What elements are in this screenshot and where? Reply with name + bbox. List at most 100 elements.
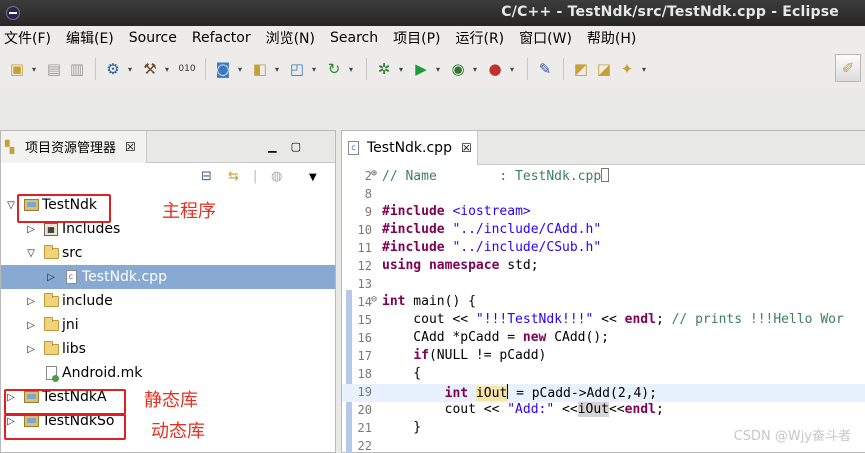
menu-edit[interactable]: 编辑(E): [66, 28, 122, 48]
debug-icon[interactable]: ✲: [373, 58, 395, 80]
collapse-icon[interactable]: ⊖: [371, 294, 377, 305]
code-area[interactable]: 2 ⊕ // Name : TestNdk.cpp 8 9 #include <…: [342, 166, 865, 453]
menu-help[interactable]: 帮助(H): [587, 28, 644, 48]
new-class-dropdown-icon[interactable]: ▾: [235, 65, 245, 74]
open-type-icon[interactable]: ◩: [570, 58, 592, 80]
settings-icon[interactable]: ⚙: [102, 58, 124, 80]
code-text: }: [382, 420, 422, 435]
code-line: 18 {: [342, 366, 865, 384]
keyword: endl: [624, 312, 656, 327]
tree-item-label: Android.mk: [62, 365, 143, 381]
keyword: if: [413, 348, 429, 363]
new-folder-dropdown-icon[interactable]: ▾: [272, 65, 282, 74]
open-element-icon[interactable]: ◪: [593, 58, 615, 80]
line-number: 13: [357, 277, 372, 291]
code-line: 13: [342, 276, 865, 294]
close-icon[interactable]: ☒: [461, 141, 472, 155]
expand-toggle-icon[interactable]: ▷: [25, 224, 37, 235]
keyword: new: [522, 330, 547, 345]
external-tools-dropdown-icon[interactable]: ▾: [470, 65, 480, 74]
collapse-all-icon[interactable]: ⊟: [201, 169, 212, 184]
expand-toggle-icon[interactable]: ▷: [45, 272, 57, 283]
view-menu-icon[interactable]: ▼: [309, 172, 317, 183]
menu-run[interactable]: 运行(R): [455, 28, 512, 48]
editor-tab-row: c TestNdk.cpp ☒: [342, 131, 865, 165]
save-icon[interactable]: ▤: [43, 58, 65, 80]
tree-item-label: Includes: [62, 221, 121, 237]
expand-toggle-icon[interactable]: ▽: [5, 200, 17, 211]
window-title: C/C++ - TestNdk/src/TestNdk.cpp - Eclips…: [501, 4, 839, 20]
save-all-icon[interactable]: ▥: [66, 58, 88, 80]
menu-file[interactable]: 文件(F): [4, 28, 59, 48]
build-icon[interactable]: ⚒: [139, 58, 161, 80]
menu-source[interactable]: Source: [129, 30, 185, 46]
menu-refactor[interactable]: Refactor: [192, 30, 259, 46]
code-line: 8: [342, 186, 865, 204]
code-text: CAdd();: [546, 330, 609, 345]
menu-search[interactable]: Search: [330, 30, 386, 46]
line-number: 2: [364, 169, 372, 183]
new-file-dropdown-icon[interactable]: ▾: [309, 65, 319, 74]
tree-item-android-mk[interactable]: Android.mk: [1, 361, 335, 385]
comment-text: // prints !!!Hello Wor: [671, 312, 844, 327]
keyword: int: [444, 386, 469, 401]
settings-dropdown-icon[interactable]: ▾: [125, 65, 135, 74]
build-dropdown-icon[interactable]: ▾: [162, 65, 172, 74]
refresh-dropdown-icon[interactable]: ▾: [346, 65, 356, 74]
current-code-line: 19 int iOut = pCadd->Add(2,4);: [342, 384, 865, 402]
expand-toggle-icon[interactable]: ▷: [25, 320, 37, 331]
run-icon[interactable]: ▶: [410, 58, 432, 80]
explorer-tab-row: ▚ 项目资源管理器 ☒ ▁▢: [1, 130, 335, 163]
annotation-main-program: 主程序: [162, 201, 216, 222]
menu-window[interactable]: 窗口(W): [519, 28, 580, 48]
filter-icon[interactable]: ◍: [271, 169, 282, 184]
code-text: {: [382, 366, 422, 381]
menu-navigate[interactable]: 浏览(N): [266, 28, 323, 48]
tree-item-src[interactable]: ▽ src: [1, 241, 335, 265]
tree-item-libs[interactable]: ▷ libs: [1, 337, 335, 361]
search-dropdown-icon[interactable]: ▾: [639, 65, 649, 74]
new-class-icon[interactable]: ◙: [212, 58, 234, 80]
menu-bar: 文件(F) 编辑(E) Source Refactor 浏览(N) Search…: [0, 26, 865, 50]
refresh-icon[interactable]: ↻: [323, 58, 345, 80]
line-number: 19: [357, 385, 372, 399]
tab-project-explorer[interactable]: ▚ 项目资源管理器 ☒: [1, 130, 147, 163]
expand-toggle-icon[interactable]: ▷: [25, 296, 37, 307]
profile-dropdown-icon[interactable]: ▾: [507, 65, 517, 74]
perspective-icon[interactable]: ✐: [835, 54, 861, 82]
code-text: <<: [554, 402, 578, 417]
code-line: 14 ⊖ int main() {: [342, 294, 865, 312]
tab-testndk-cpp[interactable]: c TestNdk.cpp ☒: [342, 131, 478, 165]
eclipse-logo-icon[interactable]: [6, 6, 20, 20]
new-dropdown-icon[interactable]: ▾: [29, 65, 39, 74]
expand-icon[interactable]: ⊕: [371, 168, 377, 179]
link-with-editor-icon[interactable]: ⇆: [228, 169, 239, 184]
menu-project[interactable]: 项目(P): [393, 28, 448, 48]
tree-item-jni[interactable]: ▷ jni: [1, 313, 335, 337]
binary-icon[interactable]: 010: [176, 58, 198, 80]
comment-text: // Name : TestNdk.cpp: [382, 169, 602, 184]
new-file-icon[interactable]: ◰: [286, 58, 308, 80]
tree-item-testndk-cpp[interactable]: ▷ c TestNdk.cpp: [1, 265, 335, 289]
annotation-dynamic-library: 动态库: [151, 421, 205, 442]
editor-tab-label: TestNdk.cpp: [367, 140, 452, 156]
search-icon[interactable]: ✦: [616, 58, 638, 80]
run-dropdown-icon[interactable]: ▾: [433, 65, 443, 74]
debug-dropdown-icon[interactable]: ▾: [396, 65, 406, 74]
expand-toggle-icon[interactable]: ▷: [25, 344, 37, 355]
watermark: CSDN @Wjy奋斗者: [733, 429, 851, 444]
line-number: 18: [357, 367, 372, 381]
profile-icon[interactable]: ●: [484, 58, 506, 80]
new-folder-icon[interactable]: ◧: [249, 58, 271, 80]
new-icon[interactable]: ▣: [6, 58, 28, 80]
pin-icon[interactable]: ✎: [534, 58, 556, 80]
external-tools-icon[interactable]: ◉: [447, 58, 469, 80]
close-icon[interactable]: ☒: [125, 140, 136, 154]
code-line: 10 #include "../include/CAdd.h": [342, 222, 865, 240]
keyword: using namespace: [382, 258, 500, 273]
minimize-maximize-icon[interactable]: ▁▢: [268, 140, 315, 153]
tree-item-include[interactable]: ▷ include: [1, 289, 335, 313]
expand-toggle-icon[interactable]: ▽: [25, 248, 37, 259]
